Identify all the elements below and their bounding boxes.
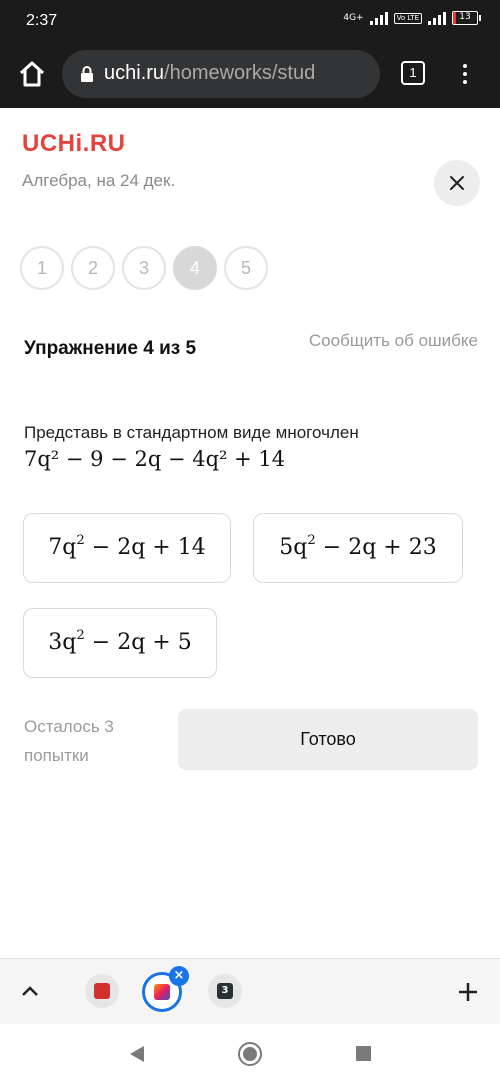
url-path: /homeworks/stud (164, 62, 316, 84)
option-1-coef: 7q (48, 535, 77, 560)
exercise-title: Упражнение 4 из 5 (24, 338, 197, 359)
step-4-current[interactable]: 4 (173, 246, 217, 290)
step-2[interactable]: 2 (71, 246, 115, 290)
browser-toolbar: uchi.ru/homeworks/stud 1 (0, 42, 500, 108)
url-host: uchi.ru (104, 62, 165, 84)
url-text: uchi.ru/homeworks/stud (104, 62, 315, 85)
network-type: 4G+ (343, 13, 364, 23)
exercise-steps: 1 2 3 4 5 (20, 246, 268, 290)
tab-switcher-button[interactable]: 1 (401, 61, 425, 85)
option-1-exp: 2 (76, 533, 85, 549)
system-nav-bar (0, 1024, 500, 1083)
answer-option-3[interactable]: 3q2 − 2q + 5 (23, 608, 217, 678)
report-error-link[interactable]: Сообщить об ошибке (309, 331, 478, 351)
tab-3-icon: 3 (217, 983, 233, 999)
lock-icon (81, 66, 93, 82)
close-button[interactable] (434, 160, 480, 206)
option-3-exp: 2 (76, 628, 85, 644)
option-3-rest: − 2q + 5 (84, 630, 192, 655)
tab-thumbnail-3[interactable]: 3 (208, 974, 242, 1008)
screen: 2:37 4G+ Vo LTE 13 uchi.ru/homeworks/stu… (0, 0, 500, 1083)
bottom-tab-strip: 3 (0, 958, 500, 1024)
status-bar: 2:37 4G+ Vo LTE 13 (0, 0, 500, 42)
status-icons: 4G+ Vo LTE 13 (343, 11, 481, 25)
step-5[interactable]: 5 (224, 246, 268, 290)
plus-icon[interactable] (458, 982, 478, 1002)
back-icon[interactable] (128, 1045, 146, 1063)
close-tab-icon[interactable]: × (169, 966, 189, 986)
tab-thumbnail-1[interactable] (85, 974, 119, 1008)
signal-icon (369, 11, 388, 25)
answer-option-1[interactable]: 7q2 − 2q + 14 (23, 513, 231, 583)
option-3-coef: 3q (48, 630, 77, 655)
battery-level: 13 (459, 12, 471, 22)
status-time: 2:37 (26, 12, 58, 29)
attempts-remaining: Осталось 3 попытки (24, 717, 114, 765)
volte-icon: Vo LTE (393, 12, 422, 24)
task-text: Представь в стандартном виде многочлен (24, 423, 359, 442)
app-icon (154, 984, 170, 1000)
home-nav-icon[interactable] (238, 1042, 262, 1066)
menu-dots-icon[interactable] (455, 60, 475, 88)
ready-button[interactable]: Готово (178, 709, 478, 770)
signal-icon-2 (428, 11, 446, 25)
home-icon[interactable] (16, 58, 48, 90)
option-2-exp: 2 (307, 533, 316, 549)
recent-apps-icon[interactable] (356, 1046, 371, 1061)
option-2-coef: 5q (279, 535, 308, 560)
task-expression: 7q² − 9 − 2q − 4q² + 14 (24, 447, 286, 471)
step-1[interactable]: 1 (20, 246, 64, 290)
address-bar[interactable]: uchi.ru/homeworks/stud (62, 50, 380, 98)
option-1-rest: − 2q + 14 (84, 535, 206, 560)
step-3[interactable]: 3 (122, 246, 166, 290)
battery-icon: 13 (452, 11, 481, 25)
close-icon (450, 176, 464, 190)
page-subtitle: Алгебра, на 24 дек. (22, 171, 176, 190)
document-icon (94, 983, 110, 999)
battery-fill (453, 12, 457, 24)
option-2-rest: − 2q + 23 (315, 535, 437, 560)
uchi-logo: UCHi.RU (22, 130, 126, 157)
answer-option-2[interactable]: 5q2 − 2q + 23 (253, 513, 463, 583)
chevron-up-icon[interactable] (20, 984, 40, 998)
